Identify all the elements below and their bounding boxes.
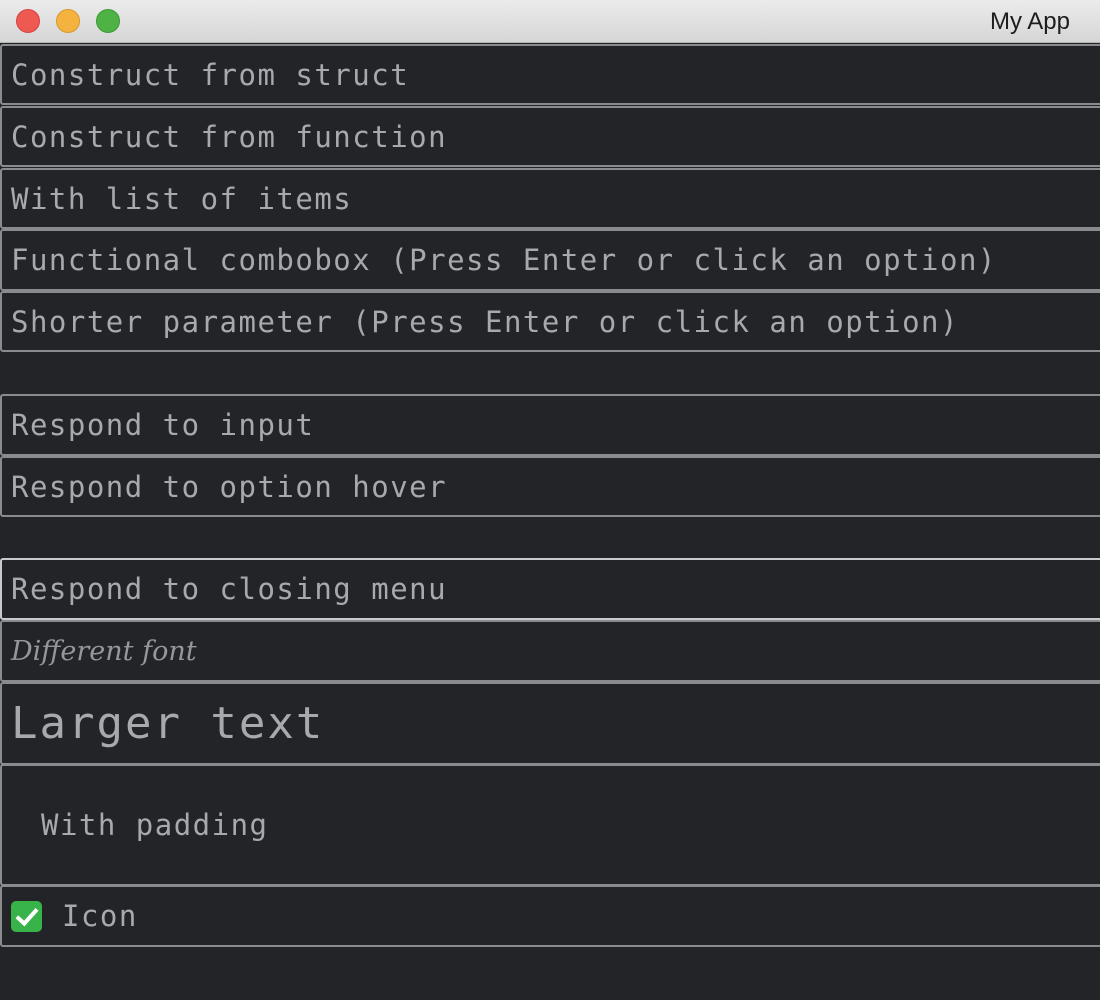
combobox-respond-to-closing-menu[interactable]: Respond to closing menu — [0, 558, 1100, 620]
maximize-window-button[interactable] — [96, 9, 120, 33]
combobox-label: Icon — [62, 899, 138, 933]
combobox-functional[interactable]: Functional combobox (Press Enter or clic… — [0, 229, 1100, 291]
combobox-shorter-parameter[interactable]: Shorter parameter (Press Enter or click … — [0, 291, 1100, 352]
combobox-larger-text[interactable]: Larger text — [0, 682, 1100, 765]
combobox-with-icon[interactable]: Icon — [0, 885, 1100, 947]
combobox-label: Construct from function — [11, 119, 448, 154]
combobox-different-font[interactable]: Different font — [0, 620, 1100, 682]
combobox-label: With padding — [41, 808, 269, 842]
combobox-label: Respond to closing menu — [11, 572, 448, 606]
combobox-with-padding[interactable]: With padding — [0, 764, 1100, 886]
combobox-label: Larger text — [11, 698, 325, 749]
combobox-label: Respond to option hover — [11, 469, 448, 504]
combobox-with-list-of-items[interactable]: With list of items — [0, 168, 1100, 229]
combobox-label: Construct from struct — [11, 57, 410, 92]
combobox-construct-from-function[interactable]: Construct from function — [0, 106, 1100, 167]
check-mark-icon — [11, 900, 42, 932]
combobox-label: Functional combobox (Press Enter or clic… — [11, 243, 997, 277]
combobox-label: With list of items — [11, 181, 353, 216]
combobox-label: Different font — [11, 635, 197, 667]
combobox-label: Shorter parameter (Press Enter or click … — [11, 304, 959, 339]
window-title: My App — [989, 8, 1070, 35]
title-bar[interactable]: My App — [0, 0, 1100, 43]
close-window-button[interactable] — [16, 9, 40, 33]
combobox-label: Respond to input — [11, 408, 315, 442]
minimize-window-button[interactable] — [56, 9, 80, 33]
combobox-respond-to-option-hover[interactable]: Respond to option hover — [0, 456, 1100, 517]
app-window: My App Construct from struct Construct f… — [0, 0, 1100, 1000]
combobox-respond-to-input[interactable]: Respond to input — [0, 394, 1100, 456]
combobox-construct-from-struct[interactable]: Construct from struct — [0, 44, 1100, 105]
